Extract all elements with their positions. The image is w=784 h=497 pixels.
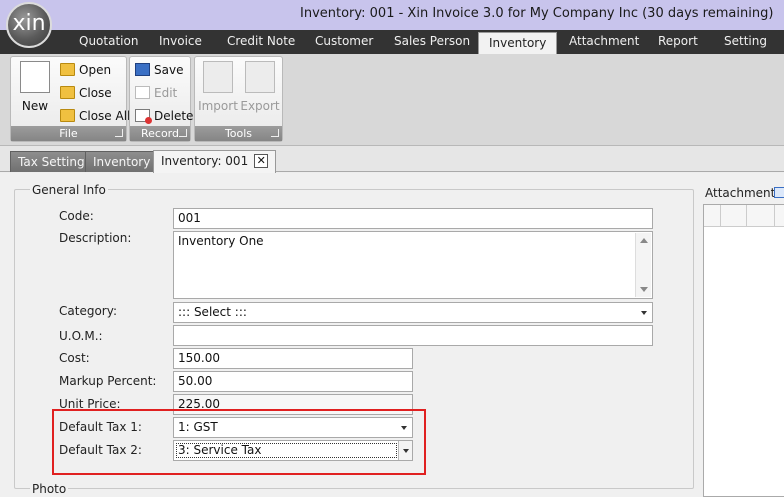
description-field[interactable]: Inventory One	[173, 231, 653, 299]
grid-column-divider	[774, 205, 775, 227]
delete-button-label: Delete	[154, 109, 194, 123]
save-button[interactable]: Save	[134, 60, 183, 80]
document-tabs: Tax Setting Inventory Inventory: 001 ✕	[0, 146, 784, 173]
close-all-folder-icon	[60, 109, 75, 122]
edit-button[interactable]: Edit	[134, 83, 177, 103]
code-field[interactable]: 001	[173, 208, 653, 229]
cost-field[interactable]: 150.00	[173, 348, 413, 369]
category-label: Category:	[59, 304, 117, 318]
markup-percent-field[interactable]: 50.00	[173, 371, 413, 392]
uom-label: U.O.M.:	[59, 329, 103, 343]
save-disk-icon	[135, 63, 150, 76]
new-document-icon	[20, 61, 50, 93]
close-all-button[interactable]: Close All	[59, 106, 130, 126]
window-title: Inventory: 001 - Xin Invoice 3.0 for My …	[300, 6, 774, 21]
open-button[interactable]: Open	[59, 60, 111, 80]
menu-tab-credit-note[interactable]: Credit Note	[227, 34, 295, 48]
ribbon-group-file-footer: File	[11, 126, 126, 141]
open-button-label: Open	[79, 63, 112, 77]
menu-tab-invoice[interactable]: Invoice	[159, 34, 202, 48]
scroll-down-icon[interactable]	[640, 287, 648, 292]
record-group-title: Record	[140, 127, 179, 140]
tools-group-title: Tools	[224, 127, 253, 140]
menu-tab-inventory[interactable]: Inventory	[478, 32, 558, 54]
import-button[interactable]: Import	[196, 61, 240, 121]
new-button-label: New	[21, 99, 49, 113]
doc-tab-inventory-001[interactable]: Inventory: 001 ✕	[153, 150, 277, 173]
new-button[interactable]: New	[13, 61, 57, 121]
menu-tab-attachment[interactable]: Attachment	[569, 34, 639, 48]
import-button-label: Import	[198, 99, 238, 113]
app-logo[interactable]: xin	[6, 2, 52, 48]
export-button[interactable]: Export	[238, 61, 282, 121]
edit-icon	[135, 86, 150, 99]
main-menu-bar: Quotation Invoice Credit Note Customer S…	[0, 30, 784, 54]
attachment-icon[interactable]	[774, 187, 784, 198]
uom-field[interactable]	[173, 325, 653, 346]
close-tab-icon[interactable]: ✕	[254, 154, 269, 168]
close-all-button-label: Close All	[79, 109, 131, 123]
attachment-grid[interactable]	[703, 204, 784, 497]
ribbon-group-file: New Open Close Close All File	[10, 56, 130, 142]
file-group-title: File	[59, 127, 78, 140]
highlight-box	[52, 409, 426, 475]
ribbon-group-record: Save Edit Delete Record	[129, 56, 193, 142]
dialog-launcher-icon[interactable]	[179, 129, 187, 137]
menu-tab-quotation[interactable]: Quotation	[79, 34, 138, 48]
edit-button-label: Edit	[154, 86, 178, 100]
menu-tab-report[interactable]: Report	[658, 34, 698, 48]
menu-tab-sales-person[interactable]: Sales Person	[394, 34, 470, 48]
delete-icon	[135, 109, 152, 124]
ribbon-group-record-footer: Record	[130, 126, 190, 141]
dialog-launcher-icon[interactable]	[271, 129, 279, 137]
markup-percent-label: Markup Percent:	[59, 374, 157, 388]
grid-column-divider	[746, 205, 747, 227]
scroll-up-icon[interactable]	[640, 238, 648, 243]
close-button-label: Close	[79, 86, 112, 100]
chevron-down-icon	[641, 311, 647, 315]
attachment-label: Attachment	[705, 186, 776, 200]
attachment-grid-header	[704, 205, 784, 227]
doc-tab-label: Inventory: 001	[161, 154, 249, 168]
cost-label: Cost:	[59, 351, 90, 365]
description-scrollbar[interactable]	[635, 233, 651, 297]
description-text: Inventory One	[178, 234, 264, 248]
save-button-label: Save	[154, 63, 184, 77]
grid-column-divider	[720, 205, 721, 227]
menu-tab-customer[interactable]: Customer	[315, 34, 373, 48]
photo-section-title: Photo	[30, 482, 69, 496]
doc-tab-inventory[interactable]: Inventory	[85, 151, 159, 172]
menu-tab-setting[interactable]: Setting	[724, 34, 767, 48]
doc-tab-tax-setting[interactable]: Tax Setting	[10, 151, 93, 172]
import-icon	[203, 61, 233, 93]
description-label: Description:	[59, 231, 132, 245]
category-select[interactable]: ::: Select :::	[173, 302, 653, 323]
export-button-label: Export	[240, 99, 280, 113]
close-button[interactable]: Close	[59, 83, 112, 103]
content-area: General Info Code: 001 Description: Inve…	[0, 173, 784, 497]
ribbon-group-tools-footer: Tools	[195, 126, 282, 141]
category-value: ::: Select :::	[178, 305, 247, 319]
title-bar: Inventory: 001 - Xin Invoice 3.0 for My …	[0, 0, 784, 30]
ribbon-group-tools: Import Export Tools	[194, 56, 283, 142]
export-icon	[245, 61, 275, 93]
delete-button[interactable]: Delete	[134, 106, 193, 126]
dialog-launcher-icon[interactable]	[115, 129, 123, 137]
ribbon: New Open Close Close All File Save Edit	[0, 54, 784, 146]
open-folder-icon	[60, 63, 75, 76]
general-info-title: General Info	[30, 183, 108, 197]
close-folder-icon	[60, 86, 75, 99]
code-label: Code:	[59, 209, 94, 223]
